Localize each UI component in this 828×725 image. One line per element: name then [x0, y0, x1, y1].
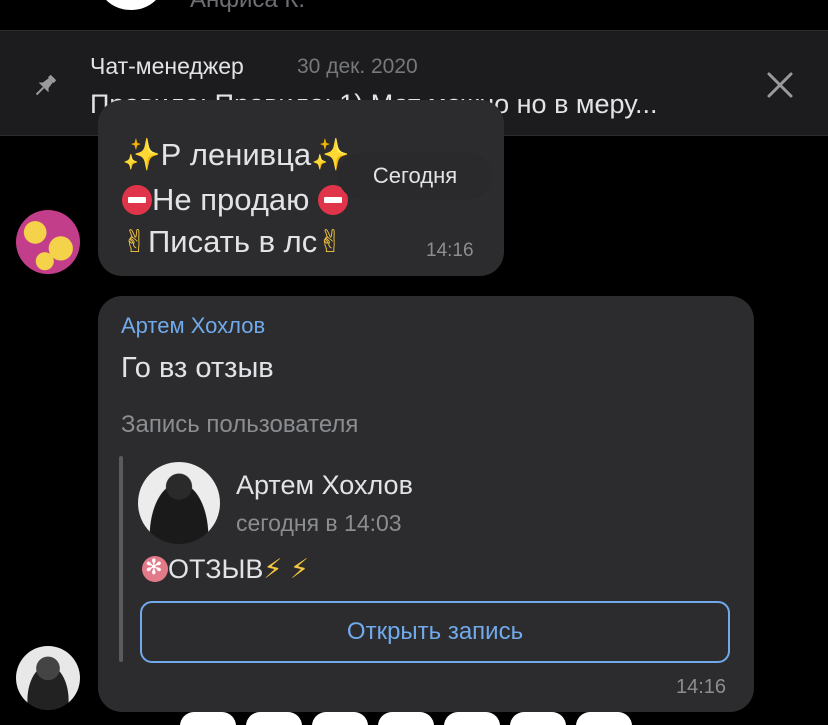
post-author[interactable]: Артем Хохлов: [236, 470, 413, 501]
victory-hand-icon: ✌: [122, 224, 148, 260]
message-bubble[interactable]: Артем Хохлов Го вз отзыв Запись пользова…: [98, 296, 754, 712]
lightning-icon: ⚡: [289, 554, 309, 585]
header-name: Анфиса К.: [190, 0, 305, 14]
pin-icon: [30, 71, 60, 101]
message-line: ✨Р ленивца✨: [122, 136, 350, 173]
attachment-label: Запись пользователя: [121, 411, 359, 438]
post-date: сегодня в 14:03: [236, 510, 402, 536]
quote-bar: [119, 456, 123, 662]
post-author-avatar[interactable]: [138, 462, 220, 544]
message-line: ✌Писать в лс✌: [122, 224, 343, 260]
sparkle-icon: ✨: [122, 137, 161, 173]
date-separator: Сегодня: [338, 153, 492, 199]
pinned-date: 30 дек. 2020: [297, 55, 418, 78]
message-author[interactable]: Артем Хохлов: [121, 313, 265, 339]
message-text: Го вз отзыв: [121, 352, 274, 384]
avatar[interactable]: [16, 646, 80, 710]
victory-hand-icon: ✌: [317, 224, 344, 260]
snowflake-icon: [142, 555, 168, 582]
no-entry-icon: [122, 185, 152, 215]
message-line-text: Писать в лс: [147, 224, 318, 259]
post-text-content: ОТЗЫВ: [168, 554, 264, 584]
message-time: 14:16: [426, 240, 474, 261]
pinned-author: Чат-менеджер: [90, 53, 244, 79]
lightning-icon: ⚡: [263, 554, 283, 585]
avatar[interactable]: [16, 210, 80, 274]
background-art: [180, 712, 680, 725]
message-line: Не продаю: [122, 182, 349, 218]
message-line-text: Не продаю: [152, 182, 310, 217]
open-post-button[interactable]: Открыть запись: [140, 601, 730, 663]
message-line-text: Р ленивца: [160, 137, 312, 172]
post-text: ОТЗЫВ⚡ ⚡: [142, 554, 309, 585]
top-header-partial: Анфиса К.: [0, 0, 828, 30]
close-icon[interactable]: [764, 69, 796, 101]
message-time: 14:16: [676, 676, 727, 698]
header-avatar[interactable]: [100, 0, 162, 10]
